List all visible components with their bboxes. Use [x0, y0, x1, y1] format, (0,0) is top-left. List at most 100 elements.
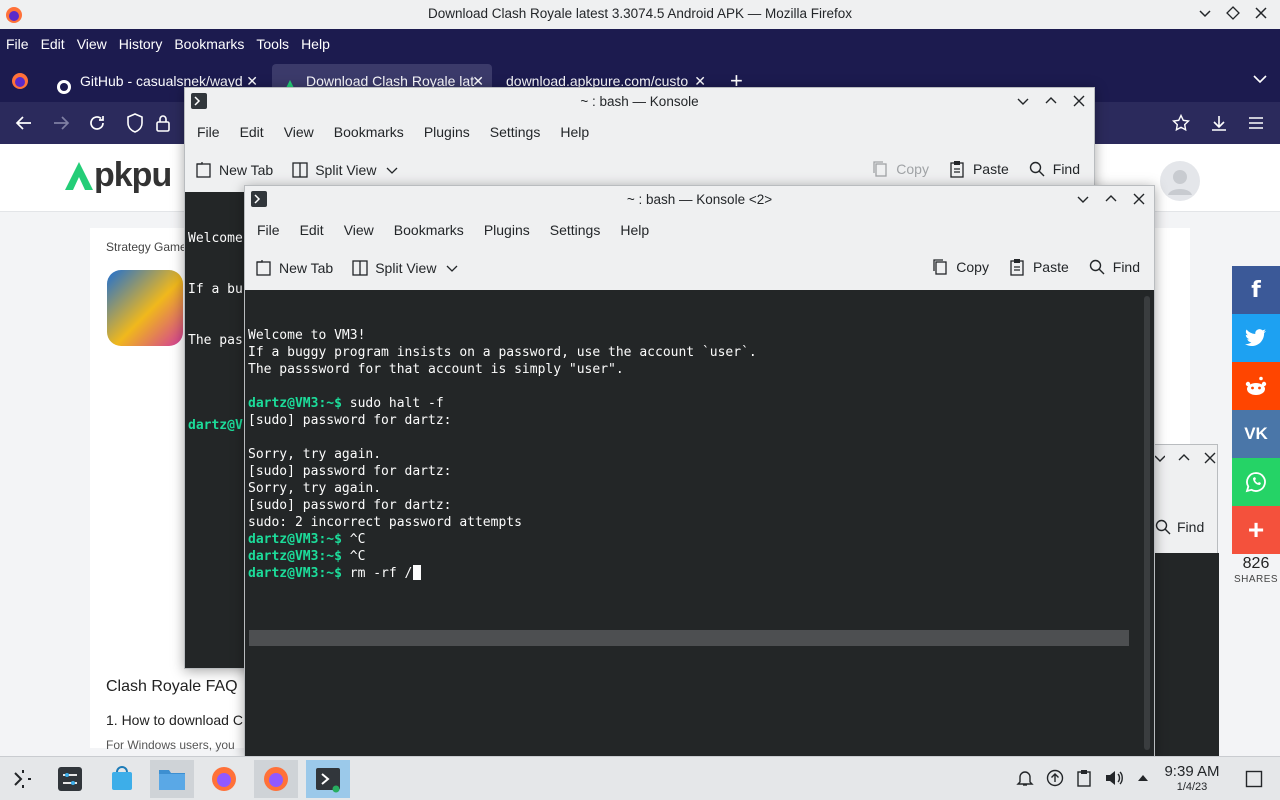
bookmark-star-icon[interactable] [1172, 114, 1190, 132]
firefox-icon [212, 767, 236, 791]
chevron-down-icon[interactable] [1198, 6, 1212, 20]
konsole-window-front[interactable]: ~ : bash — Konsole <2> File Edit View Bo… [244, 185, 1155, 757]
copy-button[interactable]: Copy [872, 160, 929, 178]
task-konsole[interactable] [306, 760, 350, 798]
reddit-share-button[interactable] [1232, 362, 1280, 410]
konsole-toolbar: New Tab Split View Copy Paste Find [245, 246, 1154, 290]
hamburger-menu-icon[interactable] [1247, 114, 1265, 132]
menu-bookmarks[interactable]: Bookmarks [174, 36, 244, 52]
konsole-title: ~ : bash — Konsole [580, 94, 699, 109]
clipboard-icon[interactable] [1076, 769, 1092, 787]
find-button[interactable]: Find [1029, 161, 1080, 177]
split-view-icon [292, 162, 308, 178]
menu-help[interactable]: Help [301, 36, 330, 52]
tracking-protection-icon[interactable] [126, 113, 144, 133]
maximize-icon[interactable] [1044, 94, 1058, 108]
copy-button[interactable]: Copy [932, 258, 989, 276]
menu-edit[interactable]: Edit [290, 222, 334, 238]
find-button[interactable]: Find [1089, 259, 1140, 275]
minimize-icon[interactable] [1016, 94, 1030, 108]
maximize-icon[interactable] [1104, 192, 1118, 206]
apkpure-logo[interactable]: pkpu [64, 156, 172, 195]
menu-help[interactable]: Help [550, 124, 599, 140]
menu-edit[interactable]: Edit [230, 124, 274, 140]
list-tabs-icon[interactable] [1252, 71, 1268, 90]
new-tab-button[interactable]: New Tab [255, 259, 333, 277]
find-button[interactable]: Find [1155, 519, 1204, 535]
more-share-button[interactable]: + [1232, 506, 1280, 554]
menu-settings[interactable]: Settings [480, 124, 551, 140]
menu-history[interactable]: History [119, 36, 163, 52]
menu-view[interactable]: View [77, 36, 107, 52]
breadcrumb[interactable]: Strategy Game [106, 240, 187, 254]
task-file-manager[interactable] [150, 760, 194, 798]
split-view-button[interactable]: Split View [291, 161, 404, 179]
terminal-area[interactable]: Welcome to VM3! If a buggy program insist… [245, 290, 1154, 756]
close-icon[interactable] [1072, 94, 1086, 108]
terminal-line: sudo: 2 incorrect password attempts [248, 515, 522, 530]
terminal-area[interactable] [1155, 553, 1219, 757]
faq-question[interactable]: 1. How to download C [106, 712, 243, 728]
forward-icon[interactable] [52, 114, 70, 132]
keep-above-icon[interactable] [1226, 6, 1240, 20]
konsole-titlebar[interactable]: ~ : bash — Konsole <2> [245, 186, 1154, 214]
paste-button[interactable]: Paste [1009, 258, 1069, 276]
updates-icon[interactable] [1046, 769, 1064, 787]
menu-help[interactable]: Help [610, 222, 659, 238]
konsole-titlebar[interactable]: ~ : bash — Konsole [185, 88, 1094, 116]
new-tab-icon [196, 162, 211, 178]
show-desktop-button[interactable] [1245, 770, 1263, 791]
menu-edit[interactable]: Edit [41, 36, 65, 52]
split-view-button[interactable]: Split View [351, 259, 464, 277]
menu-bookmarks[interactable]: Bookmarks [384, 222, 474, 238]
menu-view[interactable]: View [334, 222, 384, 238]
menu-file[interactable]: File [247, 222, 290, 238]
terminal-command-line: dartz@VM3:~$ ^C [248, 531, 1151, 548]
facebook-icon: f [1251, 277, 1261, 303]
task-firefox[interactable] [202, 760, 246, 798]
task-settings[interactable] [48, 760, 92, 798]
whatsapp-share-button[interactable] [1232, 458, 1280, 506]
minimize-icon[interactable] [1076, 192, 1090, 206]
avatar[interactable] [1160, 161, 1200, 201]
terminal-line: [sudo] password for dartz: [248, 464, 452, 479]
lock-icon[interactable] [155, 113, 171, 133]
task-firefox-active[interactable] [254, 760, 298, 798]
paste-icon [950, 161, 964, 178]
facebook-share-button[interactable]: f [1232, 266, 1280, 314]
task-discover[interactable] [100, 760, 144, 798]
terminal-line: Welcome to VM3! [248, 328, 366, 343]
chevron-up-icon[interactable] [1177, 451, 1191, 465]
expand-tray-icon[interactable] [1136, 771, 1150, 785]
menu-view[interactable]: View [274, 124, 324, 140]
close-icon[interactable] [1203, 451, 1217, 465]
close-icon[interactable] [1132, 192, 1146, 206]
menu-bookmarks[interactable]: Bookmarks [324, 124, 414, 140]
twitter-share-button[interactable] [1232, 314, 1280, 362]
menu-tools[interactable]: Tools [256, 36, 289, 52]
reload-icon[interactable] [88, 114, 106, 132]
firefox-titlebar: Download Clash Royale latest 3.3074.5 An… [0, 0, 1280, 29]
vk-share-button[interactable]: VK [1232, 410, 1280, 458]
terminal-scrollbar[interactable] [1144, 296, 1150, 750]
volume-icon[interactable] [1104, 769, 1124, 787]
paste-button[interactable]: Paste [949, 160, 1009, 178]
back-icon[interactable] [15, 114, 33, 132]
paste-icon [1010, 259, 1024, 276]
menu-file[interactable]: File [187, 124, 230, 140]
new-tab-button[interactable]: New Tab [195, 161, 273, 179]
faq-answer: For Windows users, you [106, 738, 235, 752]
firefox-view-icon[interactable] [10, 71, 30, 94]
terminal-line: The passsword for that account is simply… [248, 362, 624, 377]
menu-file[interactable]: File [6, 36, 29, 52]
menu-plugins[interactable]: Plugins [474, 222, 540, 238]
menu-plugins[interactable]: Plugins [414, 124, 480, 140]
clock[interactable]: 9:39 AM 1/4/23 [1160, 763, 1224, 794]
downloads-icon[interactable] [1210, 114, 1228, 132]
notifications-icon[interactable] [1016, 769, 1034, 787]
menu-settings[interactable]: Settings [540, 222, 611, 238]
chevron-down-icon[interactable] [1155, 451, 1165, 465]
application-launcher[interactable] [0, 760, 44, 798]
close-icon[interactable] [1254, 6, 1268, 20]
